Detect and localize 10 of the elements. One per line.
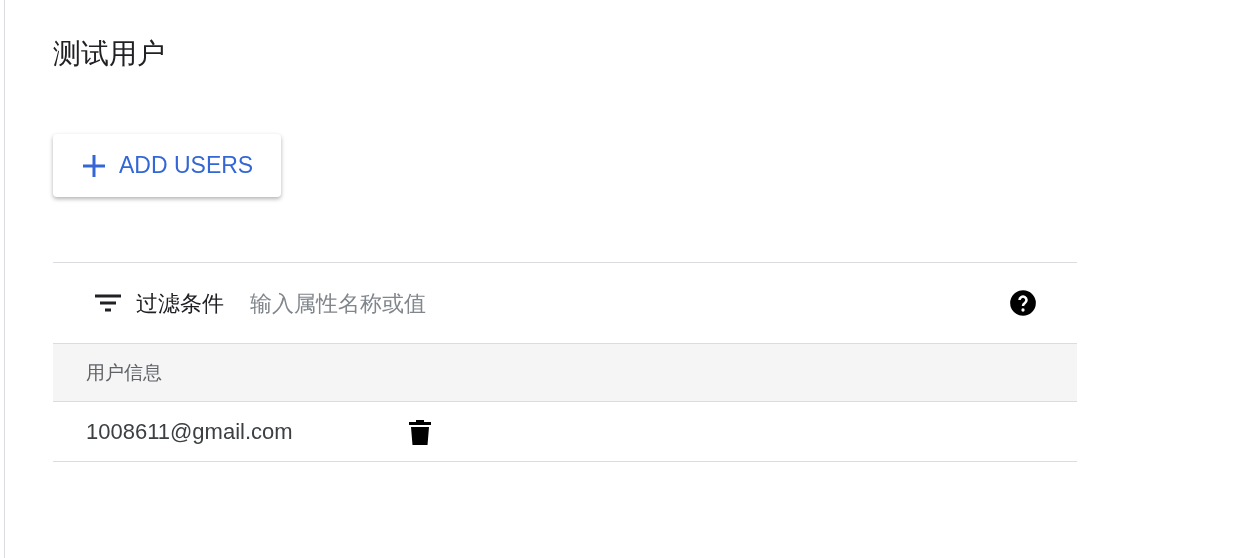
filter-icon — [95, 294, 121, 312]
column-header: 用户信息 — [86, 360, 162, 386]
add-users-button[interactable]: ADD USERS — [53, 134, 281, 197]
page-title: 测试用户 — [53, 36, 166, 72]
trash-icon[interactable] — [408, 418, 432, 445]
help-icon[interactable] — [1009, 289, 1037, 317]
filter-label: 过滤条件 — [136, 289, 224, 318]
plus-icon — [81, 152, 107, 179]
filter-input[interactable]: 输入属性名称或值 — [250, 286, 1009, 320]
table-cell-text: 1008611@gmail.com — [86, 418, 294, 446]
